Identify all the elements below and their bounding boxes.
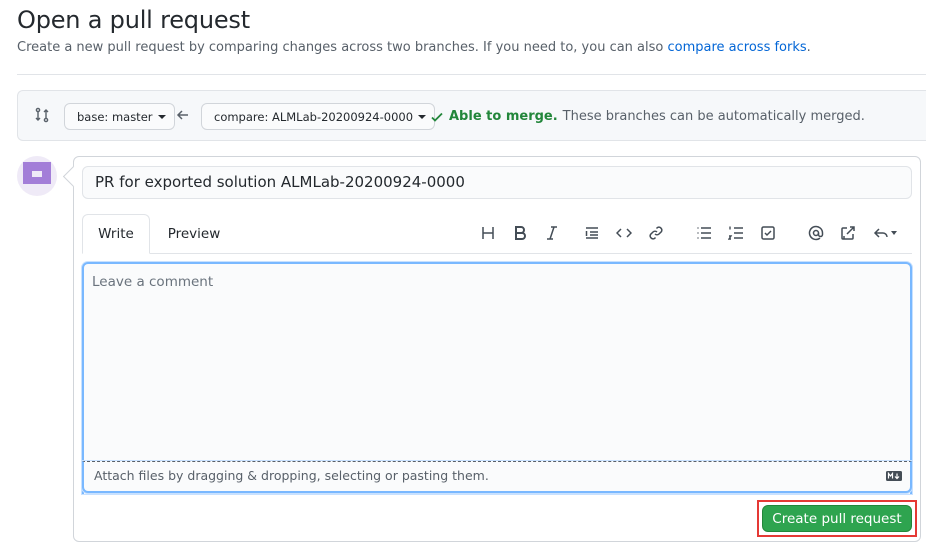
pull-request-form: PR for exported solution ALMLab-20200924…	[73, 156, 921, 542]
tab-write[interactable]: Write	[82, 214, 150, 254]
merge-status-text: These branches can be automatically merg…	[562, 109, 865, 124]
quote-icon[interactable]	[582, 223, 602, 243]
arrow-left-icon	[176, 110, 188, 120]
ordered-list-icon[interactable]	[726, 223, 746, 243]
create-pull-request-highlight: Create pull request	[757, 500, 917, 537]
bold-icon[interactable]	[510, 223, 530, 243]
base-branch-select[interactable]: base: master	[64, 103, 175, 130]
compare-branch-label: compare: ALMLab-20200924-0000	[214, 109, 414, 124]
page-title: Open a pull request	[17, 6, 250, 34]
cross-reference-icon[interactable]	[838, 223, 858, 243]
pr-title-input[interactable]: PR for exported solution ALMLab-20200924…	[82, 166, 912, 199]
compare-across-forks-link[interactable]: compare across forks	[668, 40, 807, 55]
divider	[17, 74, 926, 75]
link-icon[interactable]	[646, 223, 666, 243]
attach-files-text: Attach files by dragging & dropping, sel…	[94, 468, 489, 483]
chevron-down-icon	[418, 114, 427, 119]
compare-branch-select[interactable]: compare: ALMLab-20200924-0000	[201, 103, 436, 130]
create-pull-request-button[interactable]: Create pull request	[762, 505, 912, 532]
comment-textarea[interactable]: Leave a comment	[82, 262, 912, 494]
subtitle-end: .	[806, 40, 811, 55]
check-icon	[431, 112, 443, 122]
tab-preview[interactable]: Preview	[158, 214, 230, 254]
chevron-down-icon	[891, 231, 897, 235]
identicon-icon	[23, 162, 51, 184]
page-subtitle: Create a new pull request by comparing c…	[17, 40, 811, 55]
task-list-icon[interactable]	[758, 223, 778, 243]
markdown-icon	[886, 471, 902, 481]
base-branch-label: base: master	[77, 109, 153, 124]
chevron-down-icon	[157, 114, 166, 119]
merge-status: Able to merge. These branches can be aut…	[430, 109, 865, 124]
subtitle-text: Create a new pull request by comparing c…	[17, 40, 668, 55]
unordered-list-icon[interactable]	[694, 223, 714, 243]
code-icon[interactable]	[614, 223, 634, 243]
compare-branches-icon	[35, 107, 49, 123]
avatar[interactable]	[17, 156, 57, 196]
branch-range-bar: base: master compare: ALMLab-20200924-00…	[17, 90, 926, 141]
mention-icon[interactable]	[806, 223, 826, 243]
attach-files-bar[interactable]: Attach files by dragging & dropping, sel…	[82, 461, 912, 493]
merge-ok-text: Able to merge.	[449, 109, 558, 124]
italic-icon[interactable]	[542, 223, 562, 243]
saved-replies-icon[interactable]	[870, 223, 900, 243]
heading-icon[interactable]	[478, 223, 498, 243]
